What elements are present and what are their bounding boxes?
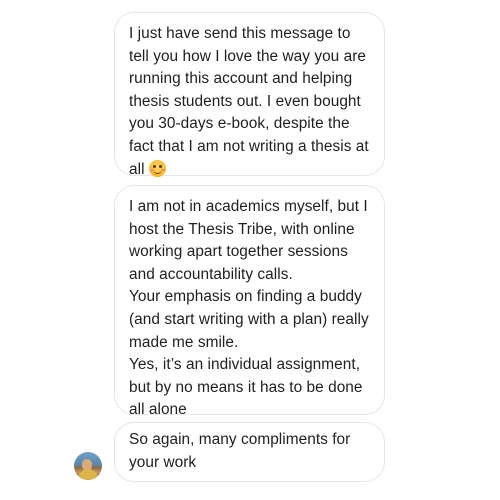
message-bubble[interactable]: I am not in academics myself, but I host… (114, 185, 385, 418)
message-text: Yes, it’s an individual assignment, but … (129, 356, 363, 419)
message-text: I am not in academics myself, but I host… (129, 198, 368, 283)
sender-avatar[interactable] (74, 452, 102, 480)
smiling-face-emoji-icon (148, 159, 166, 177)
message-thread: I just have send this message to tell yo… (0, 0, 500, 500)
message-bubble[interactable]: So again, many compliments for your work (114, 422, 385, 482)
message-text: So again, many compliments for your work (129, 431, 351, 471)
message-bubble[interactable]: I just have send this message to tell yo… (114, 12, 385, 178)
message-text: Your emphasis on finding a buddy (and st… (129, 288, 369, 351)
message-text: I just have send this message to tell yo… (129, 25, 369, 178)
